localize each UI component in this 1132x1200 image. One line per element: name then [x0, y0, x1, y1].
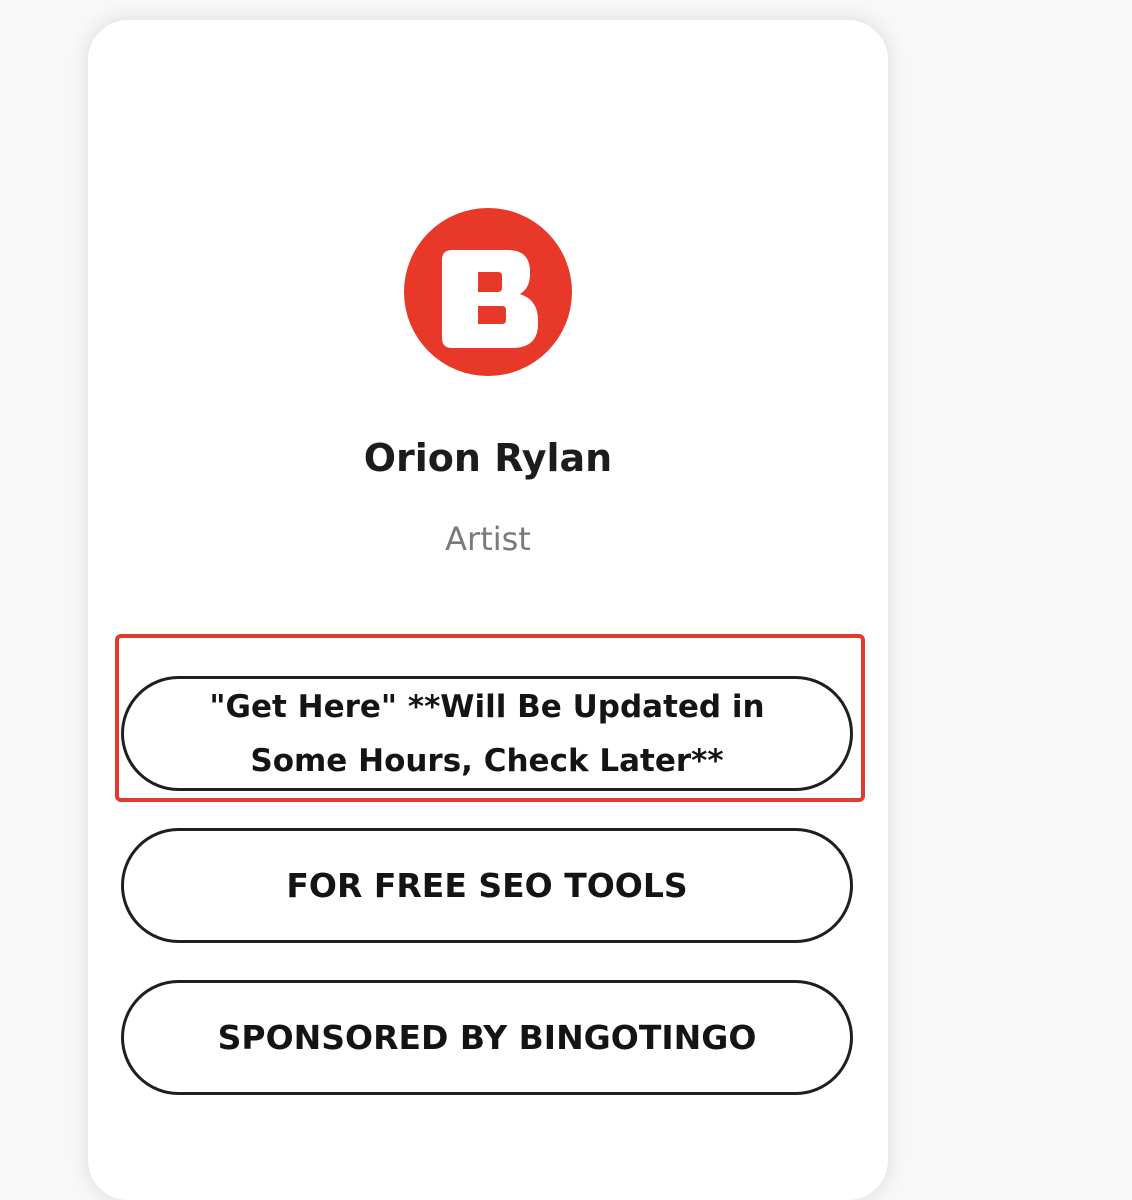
link-button-free-seo-tools[interactable]: FOR FREE SEO TOOLS	[121, 828, 853, 943]
link-button-sponsored[interactable]: SPONSORED BY BINGOTINGO	[121, 980, 853, 1095]
profile-name: Orion Rylan	[363, 436, 613, 480]
link-button-get-here[interactable]: "Get Here" **Will Be Updated in Some Hou…	[121, 676, 853, 791]
b-logo-icon	[404, 208, 572, 376]
profile-role: Artist	[445, 520, 531, 558]
profile-avatar	[404, 208, 572, 376]
profile-card: Orion Rylan Artist "Get Here" **Will Be …	[88, 20, 888, 1200]
